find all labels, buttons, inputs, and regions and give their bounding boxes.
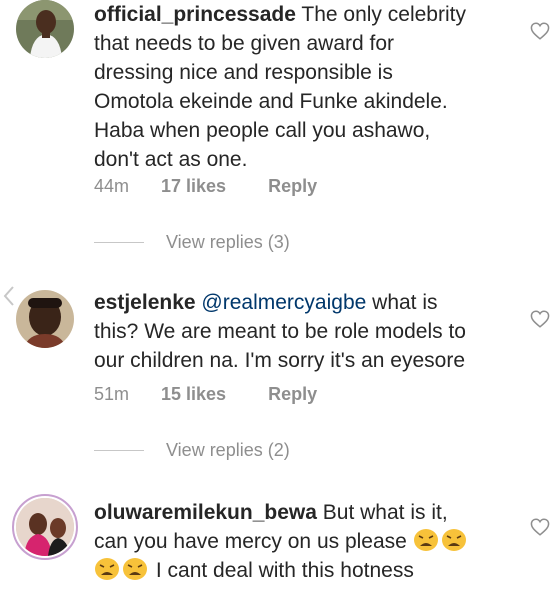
divider bbox=[94, 242, 144, 243]
view-replies-label: View replies (3) bbox=[166, 232, 290, 252]
reply-button[interactable]: Reply bbox=[268, 176, 317, 197]
comment-meta: 44m 17 likes Reply bbox=[94, 176, 317, 197]
timestamp[interactable]: 51m bbox=[94, 384, 129, 405]
comment-text-line: Haba when people call you ashawo, bbox=[94, 119, 431, 142]
likes-count[interactable]: 17 likes bbox=[161, 176, 226, 197]
avatar-image bbox=[16, 498, 74, 556]
tired-face-emoji bbox=[441, 528, 467, 552]
like-heart-icon[interactable] bbox=[530, 22, 550, 40]
view-replies-button[interactable]: View replies (2) bbox=[94, 440, 290, 461]
avatar-image bbox=[16, 0, 74, 58]
comment-text-line: what is bbox=[372, 291, 438, 314]
mention-link[interactable]: @realmercyaigbe bbox=[201, 291, 366, 314]
reply-button[interactable]: Reply bbox=[268, 384, 317, 405]
comment-text-line: this? We are meant to be role models to bbox=[94, 320, 466, 343]
comment-text-line: don't act as one. bbox=[94, 148, 248, 171]
comment-body: estjelenke @realmercyaigbe what is this?… bbox=[94, 288, 534, 375]
username[interactable]: oluwaremilekun_bewa bbox=[94, 501, 317, 524]
comment-text-line: I cant deal with this hotness bbox=[155, 559, 414, 582]
like-heart-icon[interactable] bbox=[530, 310, 550, 328]
comment-text-line: dressing nice and responsible is bbox=[94, 61, 393, 84]
comment-text-line: our children na. I'm sorry it's an eyeso… bbox=[94, 349, 466, 372]
comment-text-line: can you have mercy on us please bbox=[94, 530, 407, 553]
avatar-image bbox=[16, 290, 74, 348]
comment-text-line: that needs to be given award for bbox=[94, 32, 395, 55]
like-heart-icon[interactable] bbox=[530, 518, 550, 536]
tired-face-emoji bbox=[94, 557, 120, 581]
comment-body: official_princessade The only celebrity … bbox=[94, 0, 534, 174]
username[interactable]: estjelenke bbox=[94, 291, 196, 314]
comment-body: oluwaremilekun_bewa But what is it, can … bbox=[94, 498, 534, 585]
avatar[interactable] bbox=[16, 290, 74, 348]
comment-meta: 51m 15 likes Reply bbox=[94, 384, 317, 405]
comment-text-line: Omotola ekeinde and Funke akindele. bbox=[94, 90, 448, 113]
comment-1: official_princessade The only celebrity … bbox=[0, 0, 556, 260]
comment-2: estjelenke @realmercyaigbe what is this?… bbox=[0, 288, 556, 468]
view-replies-button[interactable]: View replies (3) bbox=[94, 232, 290, 253]
view-replies-label: View replies (2) bbox=[166, 440, 290, 460]
username[interactable]: official_princessade bbox=[94, 3, 296, 26]
tired-face-emoji bbox=[413, 528, 439, 552]
avatar[interactable] bbox=[16, 498, 74, 556]
likes-count[interactable]: 15 likes bbox=[161, 384, 226, 405]
divider bbox=[94, 450, 144, 451]
avatar[interactable] bbox=[16, 0, 74, 58]
comment-text-line: But what is it, bbox=[322, 501, 448, 524]
tired-face-emoji bbox=[122, 557, 148, 581]
comment-3: oluwaremilekun_bewa But what is it, can … bbox=[0, 494, 556, 591]
timestamp[interactable]: 44m bbox=[94, 176, 129, 197]
comment-text-line: The only celebrity bbox=[301, 3, 466, 26]
